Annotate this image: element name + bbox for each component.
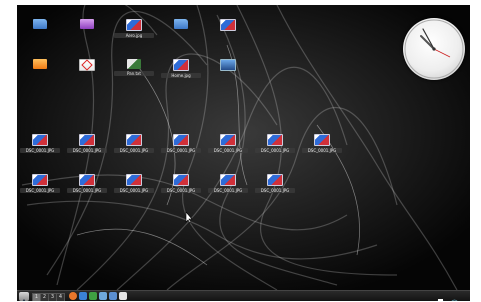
folder-file-icon	[33, 19, 47, 29]
desktop-icon-label: DSC_0001.JPG	[20, 188, 60, 193]
desktop-icon-label: DSC_0001.JPG	[255, 148, 295, 153]
desktop-icon[interactable]: DSC_0001.JPG	[161, 174, 201, 204]
python-file-icon	[127, 59, 141, 69]
desktop-icon-label: DSC_0001.JPG	[114, 188, 154, 193]
screen-file-icon	[220, 59, 236, 71]
desktop-icon[interactable]: Aero.jpg	[114, 19, 154, 49]
desktop-icon-label: DSC_0001.JPG	[114, 148, 154, 153]
image-file-icon	[173, 59, 189, 71]
pdf-file-icon	[79, 59, 95, 71]
document-icon[interactable]	[119, 292, 127, 300]
image-file-icon	[79, 134, 95, 146]
image-file-icon	[126, 19, 142, 31]
image-file-icon	[79, 174, 95, 186]
chat-icon[interactable]	[89, 292, 97, 300]
pager-desktop-4[interactable]: 4	[56, 293, 65, 301]
desktop-icon-label: Home.jpg	[161, 73, 201, 78]
desktop-icon[interactable]: DSC_0001.JPG	[208, 134, 248, 164]
desktop-icon-label: DSC_0001.JPG	[208, 188, 248, 193]
image-file-icon	[220, 19, 236, 31]
desktop-icon[interactable]: DSC_0001.JPG	[255, 174, 295, 204]
folder-orange-file-icon	[33, 59, 47, 69]
image-file-icon	[220, 134, 236, 146]
firefox-icon[interactable]	[69, 292, 77, 300]
taskbar: 1234	[17, 290, 470, 301]
desktop-icon[interactable]	[161, 19, 201, 49]
image-file-icon	[32, 174, 48, 186]
desktop-icon[interactable]	[20, 19, 60, 49]
desktop-icon-label: Aero.jpg	[114, 33, 154, 38]
image-file-icon	[267, 174, 283, 186]
network-tray-icon[interactable]	[450, 292, 459, 301]
desktop-icon-label: DSC_0001.JPG	[255, 188, 295, 193]
folder-purple-file-icon	[80, 19, 94, 29]
folder-file-icon	[174, 19, 188, 29]
desktop-icon[interactable]	[67, 59, 107, 89]
image-file-icon	[314, 134, 330, 146]
desktop-icon-label: DSC_0001.JPG	[20, 148, 60, 153]
network-icon	[451, 299, 458, 301]
image-file-icon	[126, 134, 142, 146]
desktop-icon[interactable]: DSC_0001.JPG	[67, 134, 107, 164]
desktop-icon-label: DSC_0001.JPG	[161, 188, 201, 193]
analog-clock-widget[interactable]	[403, 18, 465, 80]
image-file-icon	[32, 134, 48, 146]
printer-icon	[436, 299, 445, 301]
image-file-icon	[173, 174, 189, 186]
desktop-icon[interactable]: Home.jpg	[161, 59, 201, 89]
image-file-icon	[126, 174, 142, 186]
image-file-icon	[173, 134, 189, 146]
desktop-screen: Aero.jpg Pan.txt Home.jpg DSC_0001.JPG DSC_0…	[17, 5, 470, 301]
desktop-icon[interactable]	[208, 19, 248, 49]
start-menu-button[interactable]	[19, 292, 29, 301]
desktop-icon-label: DSC_0001.JPG	[208, 148, 248, 153]
desktop-icon[interactable]	[67, 19, 107, 49]
image-file-icon	[220, 174, 236, 186]
image-file-icon	[267, 134, 283, 146]
desktop-icon-label: DSC_0001.JPG	[67, 188, 107, 193]
desktop-icon[interactable]: DSC_0001.JPG	[114, 134, 154, 164]
printer-tray-icon[interactable]	[436, 292, 445, 301]
desktop-icon[interactable]: DSC_0001.JPG	[208, 174, 248, 204]
desktop-icon[interactable]: DSC_0001.JPG	[67, 174, 107, 204]
desktop-icon[interactable]: DSC_0001.JPG	[20, 174, 60, 204]
desktop-icon[interactable]	[208, 59, 248, 89]
desktop-icon[interactable]: Pan.txt	[114, 59, 154, 89]
file-manager-icon[interactable]	[99, 292, 107, 300]
desktop-icon-label: DSC_0001.JPG	[302, 148, 342, 153]
desktop-icon[interactable]: DSC_0001.JPG	[255, 134, 295, 164]
desktop-icon-label: Pan.txt	[114, 71, 154, 76]
browser-icon[interactable]	[79, 292, 87, 300]
kde-logo-icon	[22, 298, 26, 301]
folder-icon[interactable]	[109, 292, 117, 300]
desktop-icon[interactable]: DSC_0001.JPG	[161, 134, 201, 164]
desktop-icon[interactable]: DSC_0001.JPG	[302, 134, 342, 164]
clock-face-icon	[404, 19, 464, 79]
mouse-pointer-icon	[185, 212, 193, 224]
desktop-icon[interactable]: DSC_0001.JPG	[20, 134, 60, 164]
desktop-icon[interactable]: DSC_0001.JPG	[114, 174, 154, 204]
desktop-icon-label: DSC_0001.JPG	[161, 148, 201, 153]
desktop-icon-label: DSC_0001.JPG	[67, 148, 107, 153]
desktop-icon[interactable]	[20, 59, 60, 89]
second-hand	[433, 48, 451, 58]
